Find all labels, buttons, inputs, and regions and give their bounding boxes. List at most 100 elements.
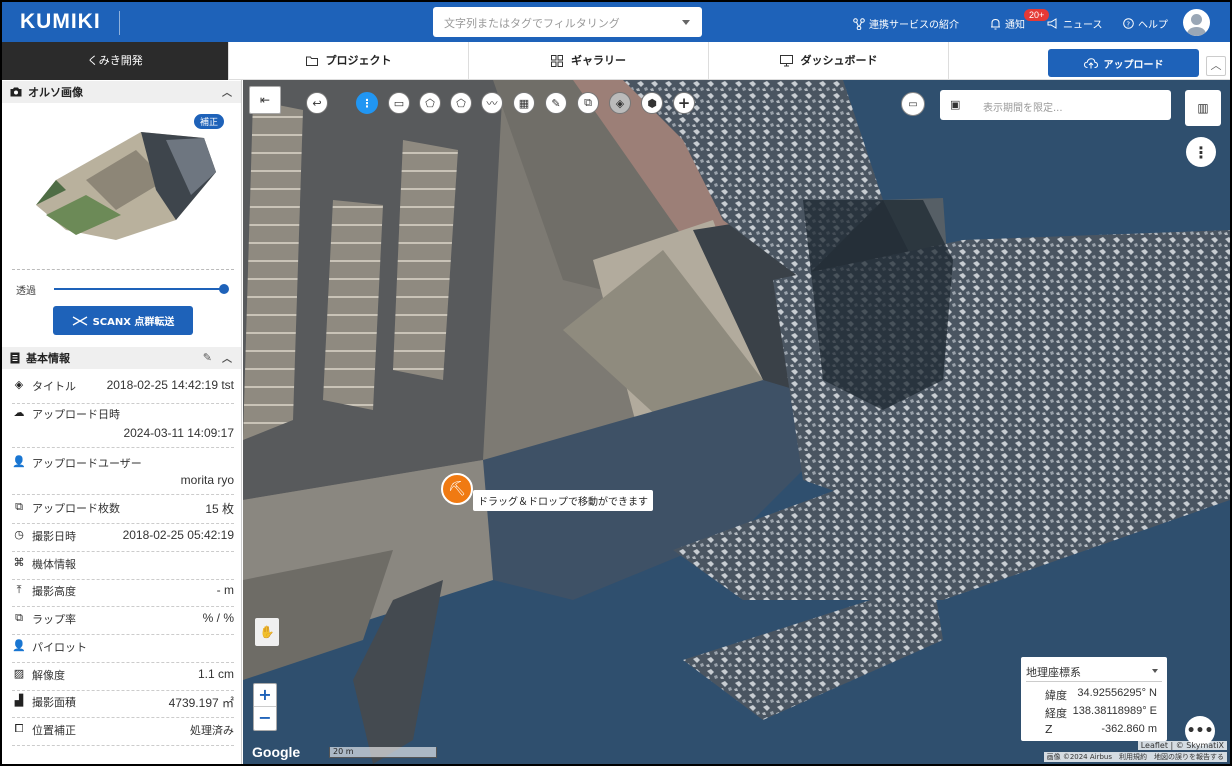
volume-tool[interactable]: ▦ <box>513 92 535 114</box>
notification-badge: 20+ <box>1024 9 1050 21</box>
cube-icon: ⬢ <box>647 96 657 110</box>
transparency-slider-handle[interactable] <box>219 284 229 294</box>
info-row-upload-count: ⧉ アップロード枚数 15 枚 <box>12 500 234 524</box>
map-icon: ▥ <box>1197 101 1209 115</box>
polygon-area-tool[interactable]: ⬠ <box>419 92 441 114</box>
info-value: - m <box>216 583 234 597</box>
notifications-link[interactable]: 通知 <box>990 16 1025 31</box>
info-row-altitude: ⤒ 撮影高度 - m <box>12 583 234 607</box>
help-circle-icon: ? <box>1123 18 1134 29</box>
pilot-icon: 👤 <box>12 639 26 652</box>
coordinate-system-select[interactable]: 地理座標系 <box>1026 664 1162 682</box>
dots-vertical-icon: ⋮ <box>1193 142 1209 162</box>
help-link[interactable]: ? ヘルプ <box>1123 16 1168 31</box>
info-label: 撮影面積 <box>32 696 76 709</box>
coordinate-system-label: 地理座標系 <box>1026 666 1081 679</box>
chevron-up-icon[interactable]: ︿ <box>222 84 232 99</box>
tab-gallery-label: ギャラリー <box>571 54 626 67</box>
upload-cloud-icon: ☁ <box>13 406 25 419</box>
date-filter-placeholder: 表示期間を限定... <box>983 103 1063 114</box>
user-avatar[interactable] <box>1183 9 1210 36</box>
pentagon-icon: ⬠ <box>456 96 466 110</box>
compare-tool[interactable]: ⧉ <box>577 92 599 114</box>
project-name-tab[interactable]: くみき開発 <box>2 42 228 80</box>
display-toggle-button[interactable]: ▭ <box>901 92 925 116</box>
info-value: 2024-03-11 14:09:17 <box>123 426 234 440</box>
undo-tool-button[interactable]: ↩ <box>306 92 328 114</box>
overlap-icon: ⧉ <box>15 611 23 624</box>
annotation-tool[interactable]: ✎ <box>545 92 567 114</box>
chevron-down-icon[interactable] <box>682 20 690 25</box>
ruler-icon: ▭ <box>393 96 405 110</box>
info-value: 2018-02-25 14:42:19 tst <box>106 378 234 392</box>
date-range-filter-input[interactable]: ▣ 表示期間を限定... <box>940 90 1171 120</box>
chat-dots-icon: ••• <box>1186 723 1214 739</box>
zoom-control: + − <box>253 683 277 731</box>
info-row-position-correction: ⧠ 位置補正 処理済み <box>12 722 234 746</box>
zoom-out-button[interactable]: − <box>254 707 276 730</box>
services-link[interactable]: 連携サービスの紹介 <box>853 16 959 31</box>
more-tools-button[interactable]: ⋮ <box>356 92 378 114</box>
map-type-button[interactable]: ▥ <box>1185 90 1221 126</box>
coordinate-panel: 地理座標系 緯度 34.92556295° N 経度 138.38118989°… <box>1021 657 1167 741</box>
zoom-in-button[interactable]: + <box>254 684 276 707</box>
collapse-header-button[interactable]: ︿ <box>1206 56 1226 76</box>
longitude-value: 138.38118989° E <box>1072 705 1157 717</box>
leaflet-attribution[interactable]: Leaflet | © SkymatiX <box>1137 741 1227 750</box>
app-logo[interactable]: KUMIKI <box>20 10 101 34</box>
news-link[interactable]: ニュース <box>1047 16 1103 31</box>
polygon-tool[interactable]: ⬠ <box>450 92 472 114</box>
layers-icon: ◈ <box>14 378 24 391</box>
3d-view-tool[interactable]: ⬢ <box>641 92 663 114</box>
tab-projects[interactable]: プロジェクト <box>228 42 468 80</box>
pencil-icon[interactable]: ✎ <box>203 351 212 364</box>
pan-tool-button[interactable]: ✋ <box>255 618 279 646</box>
folder-icon <box>305 56 318 66</box>
google-logo: Google <box>252 744 301 760</box>
top-header: KUMIKI 文字列またはタグでフィルタリング 連携サービスの紹介 通知 20+… <box>2 2 1230 42</box>
info-label: 位置補正 <box>32 724 76 737</box>
bell-icon <box>991 18 1000 29</box>
transparency-slider[interactable] <box>54 288 224 290</box>
chevron-up-icon[interactable]: ︿ <box>222 350 232 365</box>
filter-search-input[interactable]: 文字列またはタグでフィルタリング <box>433 7 702 37</box>
basic-info-section-header[interactable]: 基本情報 ✎ ︿ <box>2 347 241 369</box>
add-tool[interactable]: + <box>673 92 695 114</box>
copy-icon: ⧉ <box>584 96 592 109</box>
upload-button[interactable]: アップロード <box>1048 49 1199 77</box>
tab-gallery[interactable]: ギャラリー <box>468 42 708 80</box>
drag-marker-icon[interactable]: ⛏ <box>441 473 473 505</box>
eraser-tool[interactable]: ◈ <box>609 92 631 114</box>
info-value: % / % <box>202 611 234 625</box>
basic-info-title: 基本情報 <box>26 352 70 365</box>
grid-icon <box>551 55 563 67</box>
correction-badge: 補正 <box>194 114 225 129</box>
polygon-dashed-icon: ⬠ <box>425 96 435 110</box>
ortho-section-header[interactable]: オルソ画像 ︿ <box>2 81 241 103</box>
ortho-thumbnail[interactable] <box>26 110 226 245</box>
map-view[interactable]: ⇤ ↩ ⋮ ▭ ⬠ ⬠ 〰 ▦ ✎ ⧉ ◈ ⬢ + ▭ ▣ 表示期間を限定...… <box>243 80 1230 764</box>
info-sidebar: オルソ画像 ︿ 補正 透過 SCANX 点群転送 基本情報 ✎ ︿ ◈ タイトル… <box>2 80 242 764</box>
info-value: 4739.197 ㎡ <box>168 696 234 710</box>
info-row-upload-date: ☁ アップロード日時 2024-03-11 14:09:17 <box>12 406 234 448</box>
measure-distance-tool[interactable]: ▭ <box>388 92 410 114</box>
info-label: パイロット <box>32 641 87 654</box>
services-label: 連携サービスの紹介 <box>869 20 959 31</box>
drone-icon: ⌘ <box>13 556 25 569</box>
transparency-label: 透過 <box>16 286 36 297</box>
tab-dashboard[interactable]: ダッシュボード <box>708 42 948 80</box>
ortho-title: オルソ画像 <box>28 86 83 99</box>
info-label: 撮影日時 <box>32 530 76 543</box>
imagery-attribution[interactable]: 画像 ©2024 Airbus 利用規約 地図の誤りを報告する <box>1043 752 1227 762</box>
megaphone-icon <box>1047 18 1057 29</box>
latitude-label: 緯度 <box>1045 689 1067 702</box>
info-row-aircraft: ⌘ 機体情報 <box>12 556 234 580</box>
plus-icon: + <box>677 94 691 112</box>
profile-line-tool[interactable]: 〰 <box>481 92 503 114</box>
scanx-transfer-button[interactable]: SCANX 点群転送 <box>53 306 193 335</box>
chevron-down-icon <box>1152 669 1158 673</box>
collapse-sidebar-button[interactable]: ⇤ <box>249 86 281 114</box>
map-attribution: Leaflet | © SkymatiX 画像 ©2024 Airbus 利用規… <box>1022 741 1230 764</box>
map-menu-button[interactable]: ⋮ <box>1186 137 1216 167</box>
main-nav: くみき開発 プロジェクト ギャラリー ダッシュボード アップロード ︿ <box>2 42 1230 80</box>
